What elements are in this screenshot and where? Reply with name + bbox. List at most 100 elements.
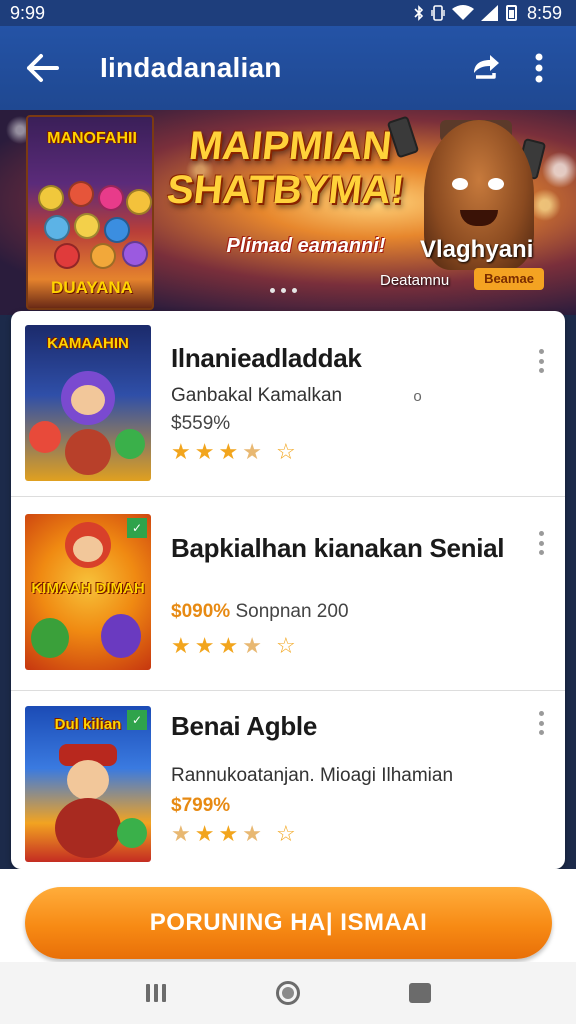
battery-icon bbox=[505, 5, 517, 21]
item-price-extra: Sonpnan 200 bbox=[235, 601, 349, 622]
character-head bbox=[126, 189, 152, 215]
status-clock: 8:59 bbox=[526, 2, 562, 23]
carousel-indicator[interactable] bbox=[270, 288, 297, 293]
bottom-area: PORUNING HA| ISMAAI bbox=[0, 869, 576, 962]
list-item[interactable]: KAMAAHIN Ilnanieadladdak Ganbakal Kamalk… bbox=[11, 311, 565, 496]
dot bbox=[538, 540, 544, 546]
star-icon: ★ bbox=[218, 821, 239, 846]
character-face bbox=[117, 818, 147, 848]
character-head bbox=[44, 215, 70, 241]
more-vert-icon bbox=[535, 53, 543, 83]
item-title: Bapkialhan kianakan Senial bbox=[171, 533, 505, 563]
banner-headline: MAIPMIAN SHATBYMA! bbox=[164, 124, 407, 212]
game-thumbnail: KAMAAHIN bbox=[25, 325, 151, 481]
star-half-icon: ★ bbox=[242, 633, 262, 658]
page-title: Iindadanalian bbox=[100, 52, 282, 83]
item-subtitle-text: Ganbakal Kamalkan bbox=[171, 385, 343, 406]
back-nav-button[interactable] bbox=[400, 973, 440, 1013]
list-item[interactable]: ✓ Dul kilian Benai Agble Rannukoatanjan.… bbox=[11, 690, 565, 869]
primary-cta-button[interactable]: PORUNING HA| ISMAAI bbox=[25, 887, 552, 959]
carousel-dot bbox=[281, 288, 286, 293]
star-icon: ★ bbox=[171, 439, 191, 464]
character-eye bbox=[452, 178, 468, 190]
item-subtitle-extra: o bbox=[413, 388, 422, 405]
banner-tagline: Plimad eamanni! bbox=[226, 235, 386, 257]
item-price-value: $090% bbox=[171, 601, 231, 622]
character-head bbox=[90, 243, 116, 269]
app-bar: Iindadanalian bbox=[0, 26, 576, 110]
item-menu-button[interactable] bbox=[533, 349, 549, 373]
banner-poster[interactable]: MANOFAHII DUAYANA bbox=[26, 115, 154, 310]
dot bbox=[538, 550, 544, 555]
recents-icon bbox=[146, 984, 166, 1002]
star-icon: ★ bbox=[194, 633, 215, 658]
dot bbox=[538, 368, 544, 373]
poster-title: MANOFAHII bbox=[47, 130, 137, 147]
system-nav-bar bbox=[0, 962, 576, 1024]
status-bar: 9:99 8:59 bbox=[0, 0, 576, 26]
item-subtitle: Rannukoatanjan. Mioagi Ilhamian bbox=[171, 765, 454, 786]
character-face bbox=[73, 536, 103, 562]
recents-button[interactable] bbox=[136, 973, 176, 1013]
item-price: $090% Sonpnan 200 bbox=[171, 601, 349, 623]
dot bbox=[538, 730, 544, 735]
character-face bbox=[101, 614, 141, 658]
character-head bbox=[122, 241, 148, 267]
game-thumbnail: ✓ KIMAAH DIMAH bbox=[25, 514, 151, 670]
rating-stars: ★ ★ ★ ★ ☆ bbox=[171, 821, 296, 847]
vibrate-icon bbox=[431, 5, 445, 21]
status-icons bbox=[414, 5, 517, 21]
character-eye bbox=[488, 178, 504, 190]
star-outline-icon: ☆ bbox=[275, 439, 296, 464]
share-button[interactable] bbox=[458, 38, 512, 98]
home-button[interactable] bbox=[268, 973, 308, 1013]
arrow-left-icon bbox=[27, 54, 59, 82]
star-icon: ★ bbox=[218, 439, 239, 464]
status-time: 9:99 bbox=[10, 2, 46, 23]
banner-badge[interactable]: Beamae bbox=[474, 268, 544, 290]
dot bbox=[538, 720, 544, 726]
item-price: $559% bbox=[171, 413, 231, 434]
home-icon bbox=[276, 981, 300, 1005]
character-head bbox=[68, 181, 94, 207]
poster-characters bbox=[34, 181, 152, 271]
dot bbox=[538, 531, 544, 536]
dot bbox=[538, 358, 544, 364]
character-head bbox=[98, 185, 124, 211]
wifi-icon bbox=[451, 5, 474, 20]
promo-banner[interactable]: MANOFAHII DUAYANA MAIPMIAN SHATBYMA! Pli… bbox=[0, 110, 576, 315]
item-menu-button[interactable] bbox=[533, 531, 549, 555]
list-item[interactable]: ✓ KIMAAH DIMAH Bapkialhan kianakan Senia… bbox=[11, 496, 565, 690]
thumbnail-title: Dul kilian bbox=[54, 716, 122, 733]
thumbnail-title: KAMAAHIN bbox=[47, 335, 129, 352]
star-icon: ★ bbox=[218, 633, 239, 658]
character-head bbox=[38, 185, 64, 211]
back-icon bbox=[409, 983, 431, 1003]
item-title: Benai Agble bbox=[171, 711, 317, 741]
banner-name: Vlaghyani bbox=[420, 236, 534, 263]
item-price-value: $799% bbox=[171, 795, 231, 816]
signal-icon bbox=[480, 5, 498, 21]
back-button[interactable] bbox=[12, 38, 72, 98]
more-button[interactable] bbox=[512, 38, 566, 98]
poster-subtitle: DUAYANA bbox=[51, 278, 133, 297]
rating-stars: ★ ★ ★ ★ ☆ bbox=[171, 439, 296, 465]
character-face bbox=[115, 429, 145, 459]
carousel-dot bbox=[292, 288, 297, 293]
banner-caption: Deatamnu bbox=[380, 272, 450, 289]
carousel-dot bbox=[270, 288, 275, 293]
item-menu-button[interactable] bbox=[533, 711, 549, 735]
star-icon: ★ bbox=[194, 439, 215, 464]
character-body bbox=[65, 429, 111, 475]
character-face bbox=[71, 385, 105, 415]
game-thumbnail: ✓ Dul kilian bbox=[25, 706, 151, 862]
item-subtitle: Ganbakal Kamalkan o bbox=[171, 385, 422, 407]
character-face bbox=[31, 618, 69, 658]
thumbnail-title: KIMAAH DIMAH bbox=[31, 580, 145, 597]
star-half-icon: ★ bbox=[242, 821, 262, 846]
star-outline-icon: ☆ bbox=[275, 633, 296, 658]
character-head bbox=[104, 217, 130, 243]
thumbnail-badge: ✓ bbox=[127, 518, 147, 538]
character-head bbox=[54, 243, 80, 269]
character-head bbox=[74, 213, 100, 239]
